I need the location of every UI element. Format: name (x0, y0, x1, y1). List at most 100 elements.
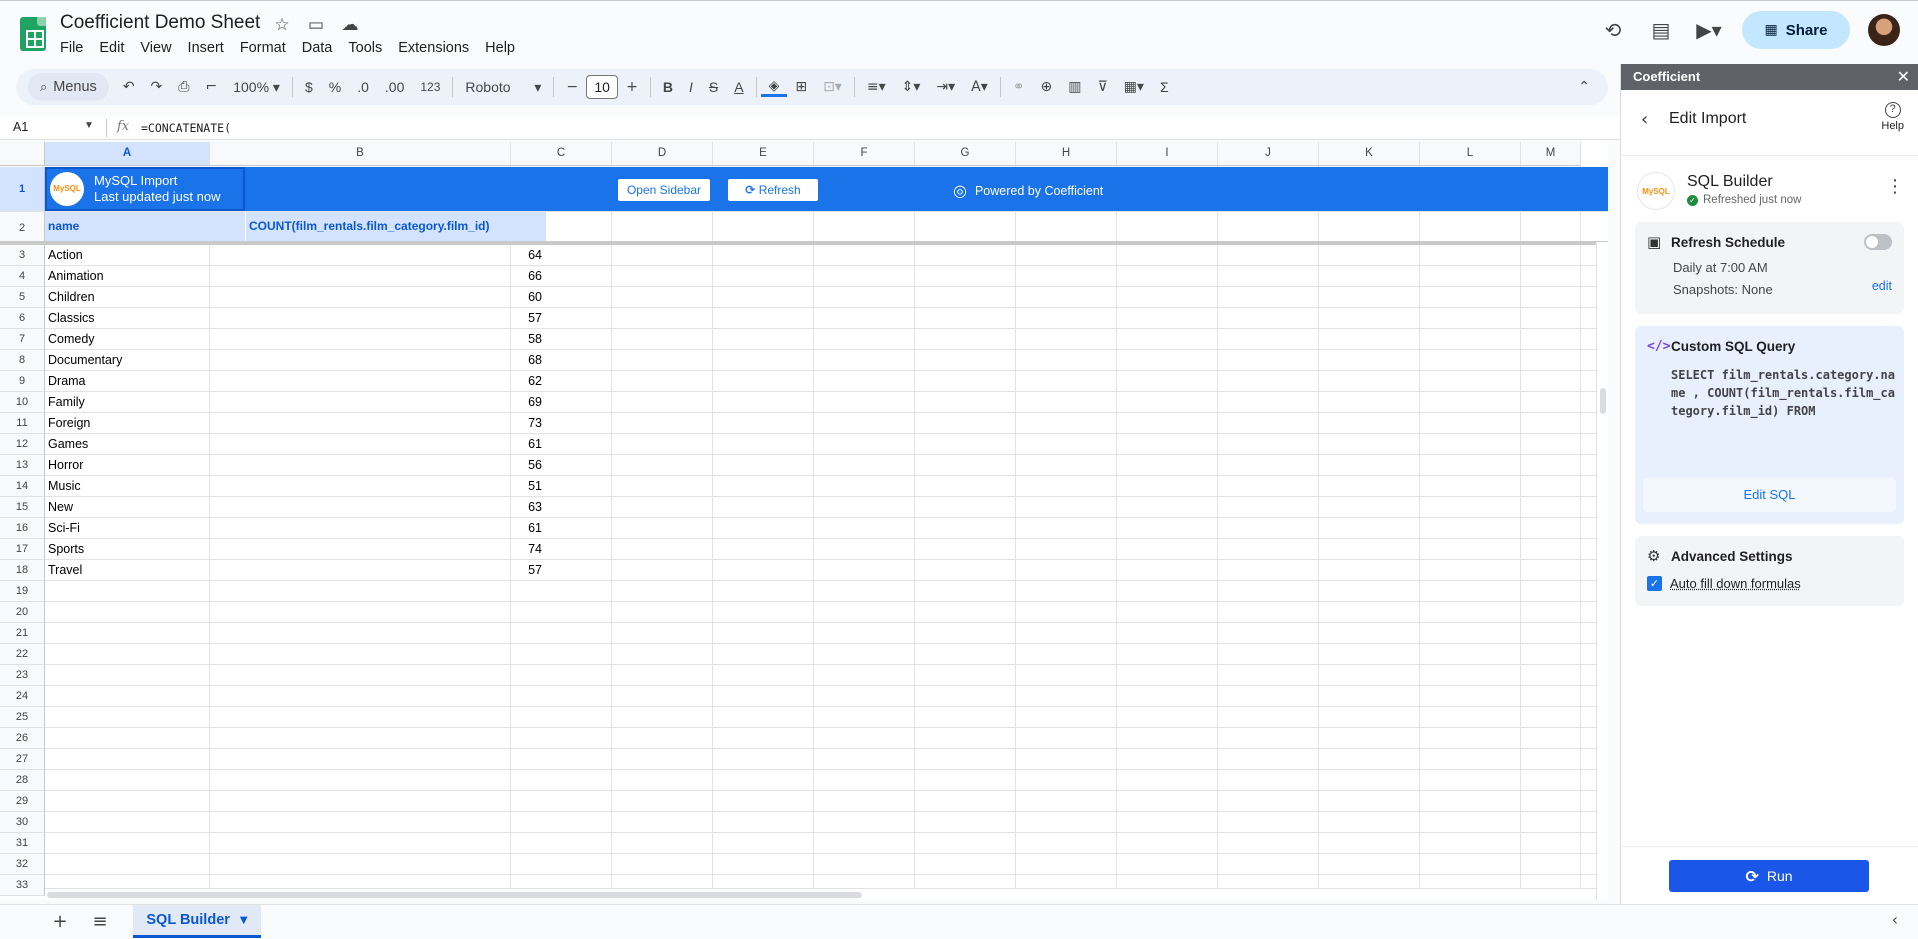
cell-count[interactable]: 61 (246, 434, 542, 455)
horizontal-scroll-thumb[interactable] (47, 892, 862, 898)
cell-count[interactable]: 66 (246, 266, 542, 287)
row-header-10[interactable]: 10 (0, 392, 45, 413)
menu-extensions[interactable]: Extensions (390, 38, 477, 58)
cell-name[interactable]: Animation (48, 266, 208, 287)
font-select[interactable]: Roboto ▾ (457, 79, 549, 96)
row-header-32[interactable]: 32 (0, 854, 45, 875)
refresh-schedule-toggle[interactable] (1864, 234, 1892, 250)
cell-name[interactable]: Sports (48, 539, 208, 560)
menu-file[interactable]: File (52, 38, 91, 58)
cell-count[interactable]: 69 (246, 392, 542, 413)
font-size-decrease-icon[interactable]: − (558, 79, 586, 95)
print-icon[interactable]: ⎙ (170, 79, 197, 95)
column-header-a[interactable]: A (45, 142, 210, 166)
horizontal-scrollbar[interactable] (45, 888, 1596, 900)
fill-color-icon[interactable]: ◈ (760, 78, 788, 97)
column-header-j[interactable]: J (1218, 142, 1319, 166)
row-header-17[interactable]: 17 (0, 539, 45, 560)
column-header-h[interactable]: H (1016, 142, 1117, 166)
cell-name[interactable]: Music (48, 476, 208, 497)
document-title[interactable]: Coefficient Demo Sheet (60, 12, 260, 34)
cell-name[interactable]: Games (48, 434, 208, 455)
increase-decimal-button[interactable]: .00 (377, 79, 412, 95)
vertical-scrollbar[interactable] (1596, 242, 1608, 900)
italic-button[interactable]: I (681, 79, 701, 95)
functions-button[interactable]: Σ (1152, 79, 1177, 95)
menus-search[interactable]: ⌕ Menus (28, 73, 109, 101)
row-header-18[interactable]: 18 (0, 560, 45, 581)
schedule-edit-link[interactable]: edit (1872, 279, 1892, 293)
star-icon[interactable]: ☆ (270, 13, 294, 37)
cell-name[interactable]: Documentary (48, 350, 208, 371)
row-header-4[interactable]: 4 (0, 266, 45, 287)
paint-format-icon[interactable]: ⌐ (197, 79, 225, 95)
text-rotation-icon[interactable]: A▾ (963, 79, 996, 95)
borders-icon[interactable]: ⊞ (787, 79, 815, 95)
text-wrap-icon[interactable]: ⇥▾ (928, 79, 963, 95)
merge-cells-icon[interactable]: ⊡▾ (815, 79, 850, 95)
column-header-k[interactable]: K (1319, 142, 1420, 166)
strikethrough-button[interactable]: S (701, 79, 726, 95)
share-button[interactable]: ▦ Share (1742, 11, 1850, 49)
row-header-24[interactable]: 24 (0, 686, 45, 707)
row-header-31[interactable]: 31 (0, 833, 45, 854)
more-vert-icon[interactable]: ⋮ (1886, 176, 1904, 197)
close-icon[interactable]: ✕ (1897, 64, 1910, 90)
decrease-decimal-button[interactable]: .0 (349, 79, 377, 95)
cell-count[interactable]: 60 (246, 287, 542, 308)
row-header-30[interactable]: 30 (0, 812, 45, 833)
vertical-scroll-thumb[interactable] (1600, 388, 1606, 414)
spreadsheet-grid[interactable]: ABCDEFGHIJKLM 1 2 3 4 5 6 7 8 9 10 11 12 13 14 15 16 17 1… (0, 142, 1608, 900)
vertical-align-icon[interactable]: ⇕▾ (894, 79, 929, 95)
cell-count[interactable]: 68 (246, 350, 542, 371)
chevron-left-icon[interactable]: ‹ (1892, 910, 1898, 929)
row-header-20[interactable]: 20 (0, 602, 45, 623)
row-header-1[interactable]: 1 (0, 167, 45, 212)
row-header-33[interactable]: 33 (0, 875, 45, 896)
row-header-23[interactable]: 23 (0, 665, 45, 686)
row-header-15[interactable]: 15 (0, 497, 45, 518)
comments-icon[interactable]: ▤ (1646, 15, 1676, 45)
menu-tools[interactable]: Tools (340, 38, 390, 58)
move-folder-icon[interactable]: ▭ (304, 13, 328, 37)
add-sheet-icon[interactable]: + (48, 910, 72, 934)
open-sidebar-button[interactable]: Open Sidebar (618, 179, 710, 201)
row-header-14[interactable]: 14 (0, 476, 45, 497)
row-header-8[interactable]: 8 (0, 350, 45, 371)
cell-count[interactable]: 56 (246, 455, 542, 476)
row-header-7[interactable]: 7 (0, 329, 45, 350)
refresh-button[interactable]: ⟳ Refresh (728, 179, 818, 201)
insert-link-icon[interactable]: ⚭ (1005, 79, 1033, 95)
font-size-input[interactable]: 10 (586, 75, 619, 99)
row-header-5[interactable]: 5 (0, 287, 45, 308)
back-arrow-icon[interactable]: ‹ (1641, 109, 1648, 130)
filter-icon[interactable]: ⊽ (1089, 79, 1115, 95)
avatar[interactable] (1868, 14, 1900, 46)
cell-count[interactable]: 51 (246, 476, 542, 497)
row-header-13[interactable]: 13 (0, 455, 45, 476)
auto-fill-checkbox[interactable]: ✓ (1647, 576, 1662, 591)
cell-name[interactable]: Drama (48, 371, 208, 392)
sheet-tab-sql-builder[interactable]: SQL Builder ▼ (133, 905, 261, 938)
row-header-16[interactable]: 16 (0, 518, 45, 539)
currency-button[interactable]: $ (297, 79, 321, 95)
column-header-count[interactable]: COUNT(film_rentals.film_category.film_id… (246, 212, 546, 241)
cell-name[interactable]: Classics (48, 308, 208, 329)
column-header-f[interactable]: F (814, 142, 915, 166)
meet-icon[interactable]: ▶▾ (1694, 15, 1724, 45)
cell-count[interactable]: 62 (246, 371, 542, 392)
column-header-c[interactable]: C (511, 142, 612, 166)
version-history-icon[interactable]: ⟲ (1598, 15, 1628, 45)
cell-name[interactable]: Horror (48, 455, 208, 476)
cell-name[interactable]: Sci-Fi (48, 518, 208, 539)
row-header-3[interactable]: 3 (0, 245, 45, 266)
zoom-select[interactable]: 100% ▾ (225, 79, 288, 96)
undo-icon[interactable]: ↶ (115, 79, 143, 95)
font-size-increase-icon[interactable]: + (618, 79, 646, 95)
frozen-rows-divider[interactable] (0, 241, 1608, 245)
cell-name[interactable]: Travel (48, 560, 208, 581)
select-all-corner[interactable] (0, 142, 45, 166)
cell-count[interactable]: 57 (246, 560, 542, 581)
row-header-19[interactable]: 19 (0, 581, 45, 602)
insert-chart-icon[interactable]: ▥ (1060, 79, 1089, 95)
